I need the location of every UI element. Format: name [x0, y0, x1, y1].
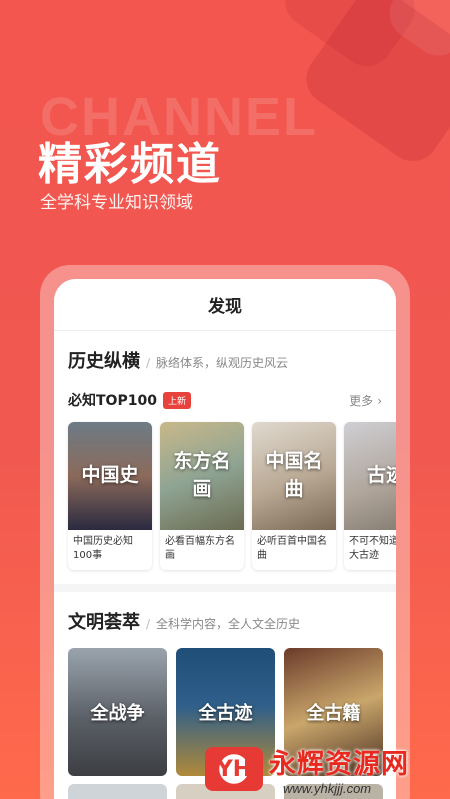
card-cover: 东方名画	[160, 422, 244, 530]
page-title: 发现	[54, 279, 396, 331]
watermark-url: www.yhkjjj.com	[283, 781, 372, 796]
list-item[interactable]: 中国史 中国历史必知100事	[68, 422, 152, 570]
chevron-right-icon: ›	[377, 393, 382, 408]
card-caption: 中国历史必知100事	[73, 536, 133, 561]
section-subtitle: 全科学内容，全人文全历史	[156, 617, 301, 631]
list-item[interactable]: 古迹 不可不知道的百大古迹	[344, 422, 396, 570]
section-title: 文明荟萃	[68, 612, 140, 633]
list-item[interactable]	[68, 784, 167, 799]
section-subtitle: 脉络体系，纵观历史风云	[156, 356, 289, 370]
more-link[interactable]: 更多 ›	[349, 392, 382, 409]
more-label: 更多	[349, 393, 374, 408]
card-cover: 中国名曲	[252, 422, 336, 530]
section-title: 历史纵横	[68, 351, 140, 372]
section-separator: /	[146, 356, 151, 370]
card-cover: 古迹	[344, 422, 396, 530]
list-item[interactable]: 全战争	[68, 648, 167, 776]
watermark: YH 永辉资源网 www.yhkjjj.com	[205, 742, 409, 796]
watermark-logo-icon: YH	[205, 747, 263, 791]
card-caption: 必听百首中国名曲	[257, 536, 327, 561]
card-caption: 不可不知道的百大古迹	[349, 536, 396, 561]
new-badge: 上新	[162, 391, 191, 409]
hero-subtitle: 全学科专业知识领域	[40, 193, 193, 213]
list-item[interactable]: 中国名曲 必听百首中国名曲	[252, 422, 336, 570]
watermark-name: 永辉资源网	[269, 749, 409, 780]
section-separator: /	[146, 617, 151, 631]
subsection-title: 必知TOP100	[68, 393, 157, 409]
list-item[interactable]: 东方名画 必看百幅东方名画	[160, 422, 244, 570]
card-caption: 必看百幅东方名画	[165, 536, 235, 561]
phone-screen: 发现 历史纵横 / 脉络体系，纵观历史风云 必知TOP100 上新 更多 › 中国…	[54, 279, 396, 799]
history-section: 历史纵横 / 脉络体系，纵观历史风云 必知TOP100 上新 更多 › 中国史 中…	[54, 331, 396, 584]
hero-title: 精彩频道	[38, 139, 222, 190]
card-cover: 中国史	[68, 422, 152, 530]
top100-card-list: 中国史 中国历史必知100事 东方名画 必看百幅东方名画 中国名曲 必听百首中国…	[68, 422, 396, 584]
